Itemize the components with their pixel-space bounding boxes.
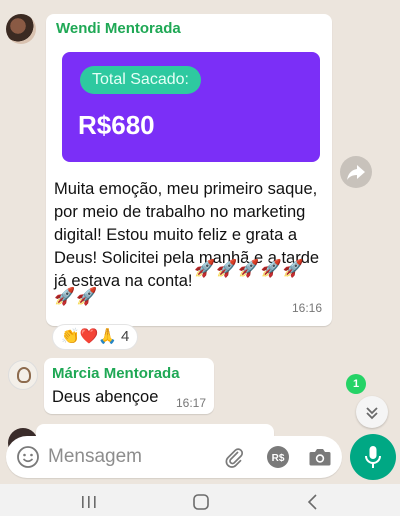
message-bubble-wendi[interactable]: Wendi Mentorada Total Sacado: R$680 Muit… [46, 14, 332, 326]
system-navigation-bar [0, 484, 400, 516]
sender-name[interactable]: Wendi Mentorada [56, 20, 181, 37]
back-icon[interactable] [306, 493, 320, 511]
scroll-to-bottom-button[interactable] [356, 396, 388, 428]
unread-count-badge: 1 [346, 374, 366, 394]
sender-name[interactable]: Márcia Mentorada [52, 365, 180, 382]
message-bubble-marcia[interactable]: Márcia Mentorada Deus abençoe 16:17 [44, 358, 214, 414]
message-text: Deus abençoe [52, 388, 159, 406]
reaction-emojis: 👏❤️🙏 [61, 328, 118, 345]
camera-icon[interactable] [308, 446, 332, 468]
forward-button[interactable] [340, 156, 372, 188]
svg-text:R$: R$ [272, 453, 285, 464]
chevron-down-icon [366, 407, 378, 420]
mic-icon [365, 446, 381, 468]
avatar-logo [17, 367, 31, 383]
message-bubble-partial[interactable] [36, 424, 274, 436]
payment-icon[interactable]: R$ [266, 445, 290, 469]
voice-message-button[interactable] [350, 434, 396, 480]
recents-icon[interactable] [80, 494, 98, 510]
reactions-pill[interactable]: 👏❤️🙏 4 [52, 324, 139, 350]
home-icon[interactable] [192, 494, 210, 510]
reaction-count: 4 [121, 328, 130, 345]
forward-icon [347, 165, 365, 180]
message-time: 16:17 [175, 396, 206, 410]
rocket-emojis: 🚀🚀🚀🚀🚀 [194, 259, 305, 278]
message-input[interactable]: Mensagem [48, 446, 142, 468]
rocket-emojis: 🚀🚀 [54, 287, 99, 306]
payout-amount: R$680 [78, 110, 155, 140]
message-time: 16:16 [291, 301, 322, 315]
message-composer[interactable]: Mensagem R$ [6, 436, 342, 478]
emoji-icon[interactable] [16, 445, 40, 469]
attach-icon[interactable] [222, 445, 246, 469]
avatar-marcia[interactable] [8, 360, 38, 390]
payout-card-image[interactable]: Total Sacado: R$680 [62, 52, 320, 162]
total-label-pill: Total Sacado: [80, 66, 201, 94]
avatar-wendi[interactable] [6, 14, 36, 44]
